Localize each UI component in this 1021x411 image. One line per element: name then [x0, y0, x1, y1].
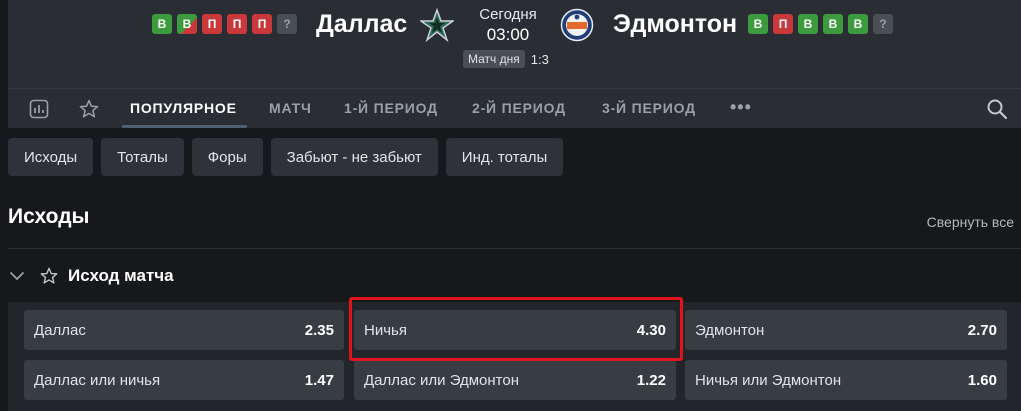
- form-badge: П: [202, 14, 222, 34]
- star-icon[interactable]: [40, 267, 58, 285]
- chip-outcomes[interactable]: Исходы: [8, 138, 94, 176]
- odd-label: Даллас или ничья: [34, 371, 161, 389]
- match-time: Сегодня 03:00: [466, 6, 550, 45]
- home-form: В В П П П ?: [152, 14, 297, 34]
- divider: [8, 248, 1021, 249]
- more-tabs-button[interactable]: •••: [730, 89, 752, 125]
- market-tabs: ПОПУЛЯРНОЕ МАТЧ 1-Й ПЕРИОД 2-Й ПЕРИОД 3-…: [8, 88, 1021, 128]
- tab-match[interactable]: МАТЧ: [269, 89, 312, 128]
- form-badge: В: [823, 14, 843, 34]
- tab-period-3[interactable]: 3-Й ПЕРИОД: [602, 89, 696, 128]
- home-team-name[interactable]: Даллас: [316, 10, 407, 39]
- head-to-head-ratio: 1:3: [530, 51, 549, 67]
- form-badge: П: [252, 14, 272, 34]
- match-day: Сегодня: [479, 6, 537, 23]
- market-filter-chips: Исходы Тоталы Форы Забьют - не забьют Ин…: [8, 138, 564, 176]
- form-badge: В: [748, 14, 768, 34]
- stars-logo-icon: [420, 8, 454, 42]
- chip-individual-totals[interactable]: Инд. тоталы: [445, 138, 564, 176]
- odd-value: 1.60: [967, 371, 997, 389]
- market-title: Исход матча: [68, 266, 174, 285]
- odd-draw-or-away[interactable]: Ничья или Эдмонтон 1.60: [685, 360, 1007, 400]
- odd-home-or-away[interactable]: Даллас или Эдмонтон 1.22: [354, 360, 676, 400]
- form-badge: ?: [873, 14, 893, 34]
- form-badge: П: [773, 14, 793, 34]
- market-header[interactable]: Исход матча: [8, 266, 174, 286]
- form-badge: В: [152, 14, 172, 34]
- star-icon[interactable]: [78, 98, 100, 120]
- match-of-day-badge: Матч дня: [463, 50, 525, 68]
- odd-label: Эдмонтон: [695, 321, 765, 339]
- tab-period-2[interactable]: 2-Й ПЕРИОД: [472, 89, 566, 128]
- section-title: Исходы: [8, 205, 90, 228]
- chip-totals[interactable]: Тоталы: [101, 138, 184, 176]
- odd-label: Ничья или Эдмонтон: [695, 371, 842, 389]
- odd-value: 2.70: [967, 321, 997, 339]
- form-badge: П: [227, 14, 247, 34]
- collapse-all-button[interactable]: Свернуть все: [927, 214, 1014, 230]
- match-start-time: 03:00: [486, 25, 530, 44]
- odd-value: 1.22: [636, 371, 666, 389]
- chip-handicaps[interactable]: Форы: [191, 138, 263, 176]
- odd-label: Даллас: [34, 321, 86, 339]
- odd-home-win[interactable]: Даллас 2.35: [24, 310, 344, 350]
- odd-value: 2.35: [304, 321, 334, 339]
- form-badge: В: [848, 14, 868, 34]
- form-badge: ?: [277, 14, 297, 34]
- away-team-name[interactable]: Эдмонтон: [613, 10, 737, 39]
- odd-value: 1.47: [304, 371, 334, 389]
- away-form: В П В В В ?: [748, 14, 893, 34]
- match-of-day: Матч дня 1:3: [463, 50, 549, 68]
- odd-away-win[interactable]: Эдмонтон 2.70: [685, 310, 1007, 350]
- form-badge: В: [177, 14, 197, 34]
- tab-popular[interactable]: ПОПУЛЯРНОЕ: [122, 89, 247, 128]
- oilers-logo-icon: [560, 8, 594, 42]
- chevron-down-icon[interactable]: [8, 267, 26, 285]
- stats-icon[interactable]: [28, 98, 50, 120]
- highlight-box: [349, 297, 683, 361]
- odd-label: Даллас или Эдмонтон: [364, 371, 519, 389]
- search-icon[interactable]: [986, 98, 1008, 120]
- odd-home-or-draw[interactable]: Даллас или ничья 1.47: [24, 360, 344, 400]
- tab-period-1[interactable]: 1-Й ПЕРИОД: [344, 89, 438, 128]
- form-badge: В: [798, 14, 818, 34]
- chip-both-score[interactable]: Забьют - не забьют: [270, 138, 438, 176]
